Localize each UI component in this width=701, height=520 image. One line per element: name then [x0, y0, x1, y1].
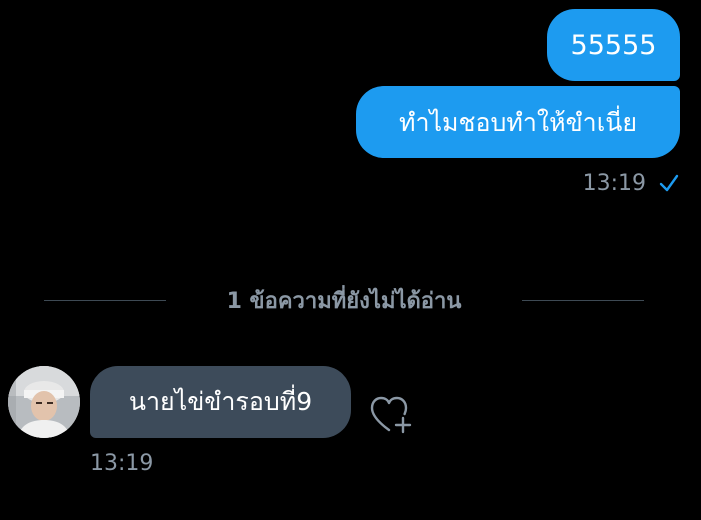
- outgoing-message-bubble[interactable]: ทำไมชอบทำให้ขำเนี่ย: [356, 86, 680, 158]
- message-text: 55555: [570, 29, 657, 61]
- message-text: นายไข่ขำรอบที่9: [128, 387, 313, 416]
- avatar[interactable]: [8, 366, 80, 438]
- outgoing-message-bubble[interactable]: 55555: [547, 9, 680, 81]
- divider-line: [44, 299, 166, 301]
- sent-check-icon: [658, 172, 680, 194]
- outgoing-message-meta: 13:19: [560, 168, 680, 198]
- heart-plus-icon[interactable]: [368, 392, 416, 436]
- divider-line: [522, 299, 644, 301]
- message-timestamp: 13:19: [90, 450, 154, 476]
- message-timestamp: 13:19: [582, 170, 646, 196]
- unread-divider: 1 ข้อความที่ยังไม่ได้อ่าน: [44, 284, 644, 316]
- message-text: ทำไมชอบทำให้ขำเนี่ย: [398, 107, 638, 137]
- incoming-message-meta: 13:19: [90, 448, 153, 478]
- incoming-message-bubble[interactable]: นายไข่ขำรอบที่9: [90, 366, 351, 438]
- unread-divider-label: 1 ข้อความที่ยังไม่ได้อ่าน: [226, 288, 462, 314]
